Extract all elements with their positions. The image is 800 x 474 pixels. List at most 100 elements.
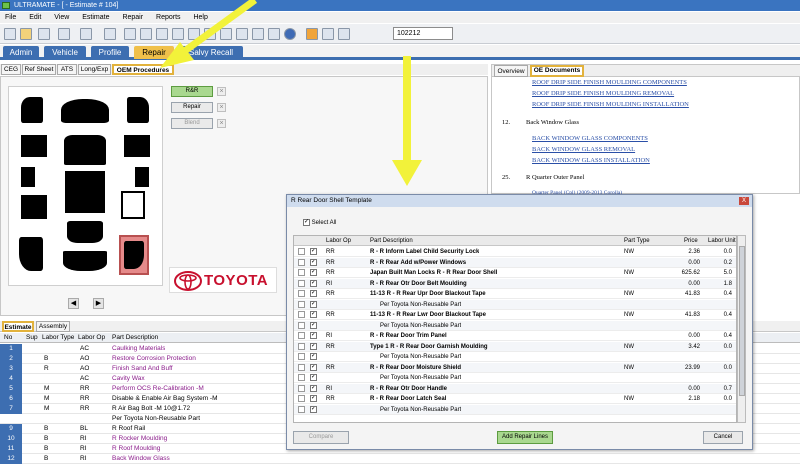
roof[interactable] bbox=[65, 171, 105, 213]
repair-clear-icon[interactable]: × bbox=[217, 103, 226, 112]
row-select-box[interactable] bbox=[298, 290, 305, 297]
template-line-row[interactable]: ✓ Per Toyota Non-Reusable Part bbox=[294, 299, 736, 310]
row-checkbox[interactable]: ✓ bbox=[310, 300, 317, 308]
row-select-box[interactable] bbox=[298, 342, 305, 350]
row-checkbox[interactable]: ✓ bbox=[310, 363, 317, 371]
menu-view[interactable]: View bbox=[54, 12, 69, 23]
compare-button[interactable]: Compare bbox=[293, 431, 349, 444]
row-select-box[interactable] bbox=[298, 279, 305, 287]
row-checkbox[interactable]: ✓ bbox=[310, 279, 317, 287]
menu-repair[interactable]: Repair bbox=[122, 12, 143, 23]
front-right-fender[interactable] bbox=[127, 97, 149, 123]
doc-link[interactable]: BACK WINDOW GLASS COMPONENTS bbox=[532, 135, 648, 142]
hood[interactable] bbox=[61, 99, 109, 123]
row-checkbox[interactable]: ✓ bbox=[310, 311, 317, 318]
row-checkbox[interactable]: ✓ bbox=[310, 290, 317, 297]
right-pillar[interactable] bbox=[135, 167, 149, 187]
menu-edit[interactable]: Edit bbox=[29, 12, 41, 23]
blend-clear-icon[interactable]: × bbox=[217, 119, 226, 128]
row-checkbox[interactable]: ✓ bbox=[310, 374, 317, 381]
tab-estimate[interactable]: Estimate bbox=[2, 321, 34, 332]
doc-link[interactable]: ROOF DRIP SIDE FINISH MOULDING REMOVAL bbox=[532, 90, 674, 97]
grid-icon[interactable] bbox=[124, 28, 136, 40]
row-select-box[interactable] bbox=[298, 321, 305, 329]
back-window-glass[interactable] bbox=[67, 221, 103, 243]
select-all-checkbox[interactable]: ✓ bbox=[303, 219, 310, 226]
settings-icon[interactable] bbox=[306, 28, 318, 40]
row-select-box[interactable] bbox=[298, 258, 305, 266]
blend-button[interactable]: Blend bbox=[171, 118, 213, 129]
rear-left-quarter-panel[interactable] bbox=[19, 237, 43, 271]
left-pillar[interactable] bbox=[21, 167, 35, 187]
row-checkbox[interactable]: ✓ bbox=[310, 384, 317, 392]
template-line-row[interactable]: ✓ Per Toyota Non-Reusable Part bbox=[294, 373, 736, 383]
front-left-door[interactable] bbox=[21, 135, 47, 157]
tab-overview[interactable]: Overview bbox=[494, 65, 528, 77]
row-select-box[interactable] bbox=[298, 363, 305, 371]
repair-button[interactable]: Repair bbox=[171, 102, 213, 113]
tab-ats[interactable]: ATS bbox=[57, 64, 77, 75]
row-select-box[interactable] bbox=[298, 269, 305, 276]
close-icon[interactable]: X bbox=[739, 197, 749, 205]
previous-arrow-icon[interactable]: ◀ bbox=[68, 298, 79, 309]
windshield[interactable] bbox=[64, 135, 106, 165]
template-line-row[interactable]: ✓ RI R - R Rear Door Trim Panel 0.00 0.4 bbox=[294, 331, 736, 341]
template-line-row[interactable]: ✓ RR Japan Built Man Locks R - R Rear Door… bbox=[294, 268, 736, 278]
menu-estimate[interactable]: Estimate bbox=[82, 12, 109, 23]
template-line-row[interactable]: ✓ Per Toyota Non-Reusable Part bbox=[294, 320, 736, 331]
document-icon[interactable] bbox=[80, 28, 92, 40]
row-select-box[interactable] bbox=[298, 311, 305, 318]
row-select-box[interactable] bbox=[298, 374, 305, 381]
rear-left-door[interactable] bbox=[21, 195, 47, 219]
estimate-number-field[interactable]: 102212 bbox=[393, 27, 453, 40]
template-line-row[interactable]: ✓ RR 11-13 R - R Rear Upr Door Blackout Ta… bbox=[294, 289, 736, 299]
tab-oe-documents[interactable]: OE Documents bbox=[530, 65, 584, 77]
row-checkbox[interactable]: ✓ bbox=[310, 342, 317, 350]
template-line-row[interactable]: ✓ RR R - R Rear Add w/Power Windows 0.00 0.2 bbox=[294, 257, 736, 268]
rear-right-door-shell[interactable] bbox=[121, 191, 145, 219]
template-line-row[interactable]: ✓ RR R - R Inform Label Child Security Loc… bbox=[294, 247, 736, 257]
tab-vehicle[interactable]: Vehicle bbox=[44, 46, 86, 59]
front-left-fender[interactable] bbox=[21, 97, 43, 123]
tab-profile[interactable]: Profile bbox=[91, 46, 129, 59]
save-icon[interactable] bbox=[38, 28, 50, 40]
menu-file[interactable]: File bbox=[5, 12, 16, 23]
template-line-row[interactable]: ✓ RR R - R Rear Door Latch Seal NW 2.18 0.0 bbox=[294, 394, 736, 404]
template-line-row[interactable]: ✓ RR R - R Rear Door Moisture Shield NW 23.9… bbox=[294, 362, 736, 373]
new-icon[interactable] bbox=[4, 28, 16, 40]
help-icon[interactable] bbox=[284, 28, 296, 40]
template-line-row[interactable]: ✓ RR 11-13 R - R Rear Lwr Door Blackout Ta… bbox=[294, 310, 736, 320]
row-select-box[interactable] bbox=[298, 384, 305, 392]
estimate-row[interactable]: 12 B RI Back Window Glass bbox=[0, 454, 800, 464]
template-line-row[interactable]: ✓ RI R - R Rear Otr Door Handle 0.00 0.7 bbox=[294, 383, 736, 394]
scroll-thumb[interactable] bbox=[739, 246, 745, 396]
calculator-icon[interactable] bbox=[104, 28, 116, 40]
tab-admin[interactable]: Admin bbox=[3, 46, 39, 59]
doc-link[interactable]: BACK WINDOW GLASS REMOVAL bbox=[532, 146, 635, 153]
row-checkbox[interactable]: ✓ bbox=[310, 321, 317, 329]
select-all[interactable]: ✓ Select All bbox=[303, 219, 336, 228]
template-line-row[interactable]: ✓ Per Toyota Non-Reusable Part bbox=[294, 404, 736, 415]
row-checkbox[interactable]: ✓ bbox=[310, 405, 317, 413]
row-checkbox[interactable]: ✓ bbox=[310, 269, 317, 276]
doc-link[interactable]: BACK WINDOW GLASS INSTALLATION bbox=[532, 157, 650, 164]
template-line-row[interactable]: ✓ RR Type 1 R - R Rear Door Garnish Mouldi… bbox=[294, 341, 736, 352]
rr-button[interactable]: R&R bbox=[171, 86, 213, 97]
row-select-box[interactable] bbox=[298, 332, 305, 339]
row-select-box[interactable] bbox=[298, 405, 305, 413]
print-icon[interactable] bbox=[58, 28, 70, 40]
row-select-box[interactable] bbox=[298, 395, 305, 402]
row-select-box[interactable] bbox=[298, 353, 305, 360]
row-select-box[interactable] bbox=[298, 248, 305, 255]
grid2-icon[interactable] bbox=[322, 28, 334, 40]
row-select-box[interactable] bbox=[298, 300, 305, 308]
rr-clear-icon[interactable]: × bbox=[217, 87, 226, 96]
doc-link[interactable]: ROOF DRIP SIDE FINISH MOULDING INSTALLAT… bbox=[532, 101, 689, 108]
exit-icon[interactable] bbox=[338, 28, 350, 40]
tab-long-exp[interactable]: Long/Exp bbox=[78, 64, 111, 75]
tab-assembly[interactable]: Assembly bbox=[36, 321, 70, 332]
row-checkbox[interactable]: ✓ bbox=[310, 332, 317, 339]
cancel-button[interactable]: Cancel bbox=[703, 431, 743, 444]
row-checkbox[interactable]: ✓ bbox=[310, 248, 317, 255]
template-line-row[interactable]: ✓ Per Toyota Non-Reusable Part bbox=[294, 352, 736, 362]
